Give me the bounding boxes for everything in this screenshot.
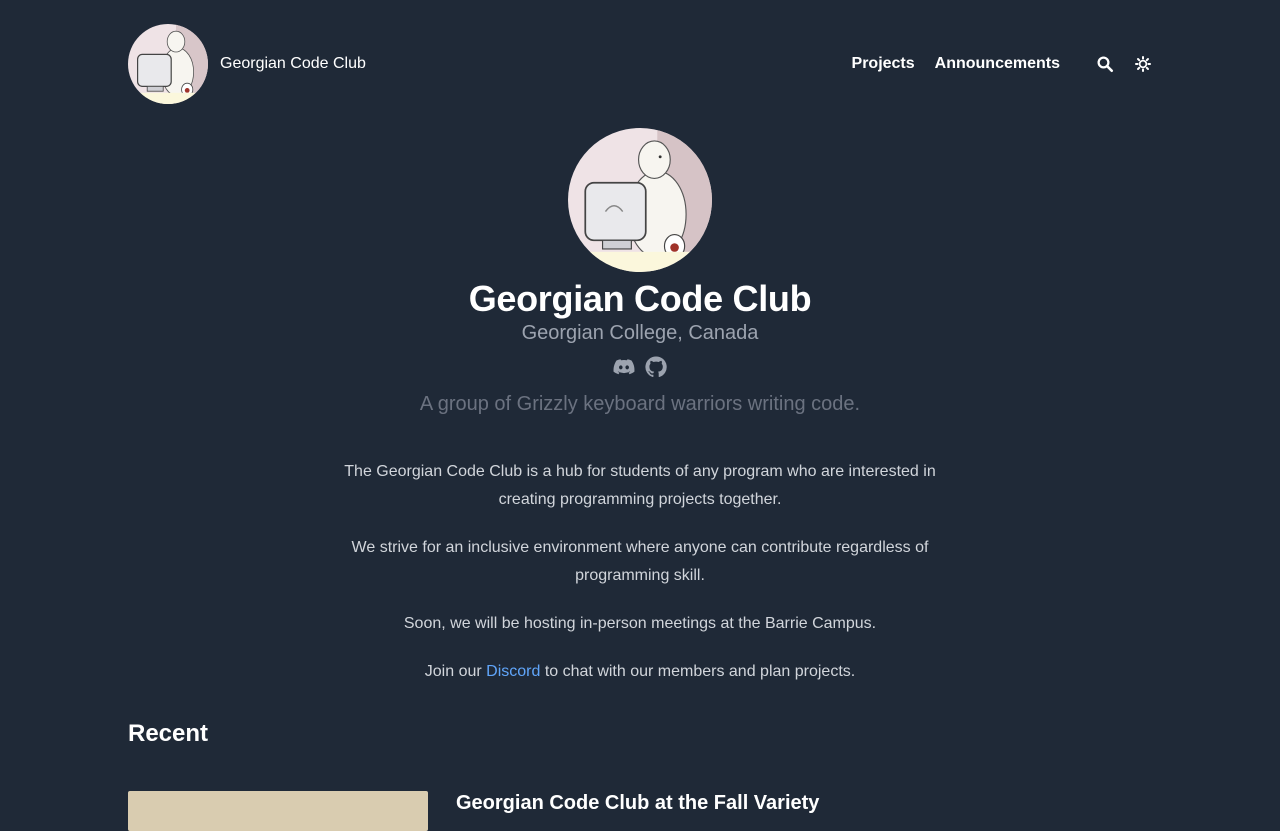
github-icon[interactable] — [644, 355, 668, 379]
nav-announcements-link[interactable]: Announcements — [935, 55, 1060, 73]
profile-subtitle: Georgian College, Canada — [521, 322, 759, 344]
profile-avatar — [568, 128, 712, 272]
main-nav: Projects Announcements — [832, 55, 1152, 73]
site-header: Georgian Code Club Projects Announcement… — [128, 24, 1152, 104]
recent-post-thumbnail[interactable] — [128, 791, 428, 831]
intro-content: The Georgian Code Club is a hub for stud… — [330, 458, 950, 706]
join-text-after: to chat with our members and plan projec… — [540, 663, 856, 680]
profile-title: Georgian Code Club — [468, 278, 812, 319]
intro-paragraph-1: The Georgian Code Club is a hub for stud… — [344, 463, 936, 508]
sun-icon[interactable] — [1134, 55, 1152, 73]
intro-paragraph-4: Join our Discord to chat with our member… — [330, 658, 950, 686]
discord-icon[interactable] — [612, 355, 636, 379]
recent-post-title[interactable]: Georgian Code Club at the Fall Variety — [456, 792, 819, 815]
search-icon[interactable] — [1096, 55, 1114, 73]
profile-tagline: A group of Grizzly keyboard warriors wri… — [419, 393, 861, 415]
social-links — [612, 355, 668, 379]
intro-paragraph-3: Soon, we will be hosting in-person meeti… — [403, 615, 877, 632]
site-name: Georgian Code Club — [220, 55, 366, 72]
profile-section: Georgian Code Club Georgian College, Can… — [0, 128, 1280, 416]
discord-link[interactable]: Discord — [486, 663, 540, 680]
logo-avatar — [128, 24, 208, 104]
recent-heading: Recent — [128, 720, 209, 747]
nav-projects-link[interactable]: Projects — [852, 55, 915, 73]
home-link[interactable]: Georgian Code Club — [128, 24, 366, 104]
join-text-before: Join our — [424, 663, 487, 680]
intro-paragraph-2: We strive for an inclusive environment w… — [351, 539, 929, 584]
